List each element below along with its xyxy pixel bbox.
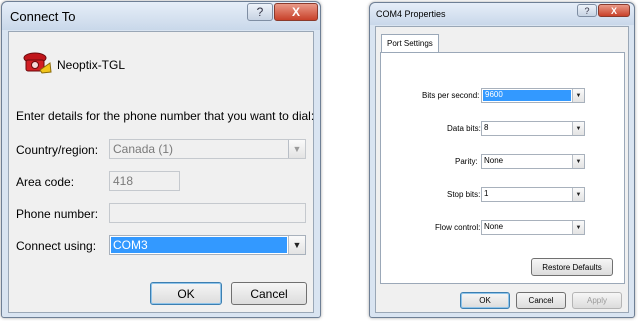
chevron-down-icon[interactable]: ▼ bbox=[572, 89, 584, 102]
stop-bits-label: Stop bits: bbox=[447, 190, 481, 199]
area-code-value: 418 bbox=[113, 174, 134, 188]
chevron-down-icon[interactable]: ▼ bbox=[572, 122, 584, 135]
parity-label: Parity: bbox=[455, 157, 478, 166]
area-code-label: Area code: bbox=[16, 175, 75, 189]
country-label: Country/region: bbox=[16, 143, 99, 157]
connect-using-select[interactable]: COM3 ▼ bbox=[109, 235, 306, 255]
chevron-down-icon: ▼ bbox=[288, 140, 305, 158]
bits-per-second-select[interactable]: 9600 ▼ bbox=[481, 88, 585, 103]
area-code-field: 418 bbox=[109, 171, 180, 191]
com-title-bar: COM4 Properties ? X bbox=[370, 3, 634, 25]
data-bits-value: 8 bbox=[484, 123, 489, 132]
chevron-down-icon[interactable]: ▼ bbox=[288, 236, 305, 254]
com-close-button[interactable]: X bbox=[598, 4, 630, 17]
phone-icon bbox=[23, 52, 52, 74]
stop-bits-select[interactable]: 1 ▼ bbox=[481, 187, 585, 202]
phone-number-label: Phone number: bbox=[16, 207, 99, 221]
restore-defaults-button[interactable]: Restore Defaults bbox=[531, 258, 613, 276]
com-help-button[interactable]: ? bbox=[577, 4, 597, 17]
flow-control-value: None bbox=[484, 222, 504, 231]
stop-bits-value: 1 bbox=[484, 189, 489, 198]
parity-value: None bbox=[484, 156, 504, 165]
chevron-down-icon[interactable]: ▼ bbox=[572, 155, 584, 168]
connect-cancel-button[interactable]: Cancel bbox=[231, 282, 307, 305]
com-ok-button[interactable]: OK bbox=[460, 292, 510, 309]
connect-help-button[interactable]: ? bbox=[247, 3, 273, 21]
data-bits-select[interactable]: 8 ▼ bbox=[481, 121, 585, 136]
tab-port-settings[interactable]: Port Settings bbox=[381, 34, 439, 52]
connection-name: Neoptix-TGL bbox=[57, 58, 126, 72]
com-cancel-button[interactable]: Cancel bbox=[516, 292, 566, 309]
com-dialog-body: Port Settings Bits per second: 9600 ▼ Da… bbox=[375, 26, 629, 313]
bits-per-second-label: Bits per second: bbox=[422, 91, 480, 100]
connect-dialog-body: Neoptix-TGL Enter details for the phone … bbox=[8, 31, 314, 313]
country-select: Canada (1) ▼ bbox=[109, 139, 306, 159]
connect-dialog-title: Connect To bbox=[10, 9, 76, 24]
parity-select[interactable]: None ▼ bbox=[481, 154, 585, 169]
instructions-text: Enter details for the phone number that … bbox=[16, 109, 315, 123]
phone-number-field[interactable] bbox=[109, 203, 306, 223]
data-bits-label: Data bits: bbox=[447, 124, 481, 133]
connect-title-bar: Connect To ? X bbox=[2, 2, 320, 30]
com-dialog-title: COM4 Properties bbox=[376, 9, 446, 19]
country-value: Canada (1) bbox=[113, 142, 174, 156]
connect-ok-button[interactable]: OK bbox=[150, 282, 222, 305]
connect-using-label: Connect using: bbox=[16, 239, 97, 253]
port-settings-panel: Bits per second: 9600 ▼ Data bits: 8 ▼ P… bbox=[380, 52, 625, 284]
chevron-down-icon[interactable]: ▼ bbox=[572, 188, 584, 201]
connect-to-dialog: Connect To ? X Neoptix-TGL Enter details… bbox=[1, 1, 321, 318]
flow-control-select[interactable]: None ▼ bbox=[481, 220, 585, 235]
com-properties-dialog: COM4 Properties ? X Port Settings Bits p… bbox=[369, 2, 635, 318]
connect-close-button[interactable]: X bbox=[274, 3, 318, 21]
bits-per-second-value: 9600 bbox=[483, 90, 571, 101]
com-apply-button[interactable]: Apply bbox=[572, 292, 622, 309]
flow-control-label: Flow control: bbox=[435, 223, 481, 232]
connect-using-value: COM3 bbox=[111, 237, 287, 253]
chevron-down-icon[interactable]: ▼ bbox=[572, 221, 584, 234]
